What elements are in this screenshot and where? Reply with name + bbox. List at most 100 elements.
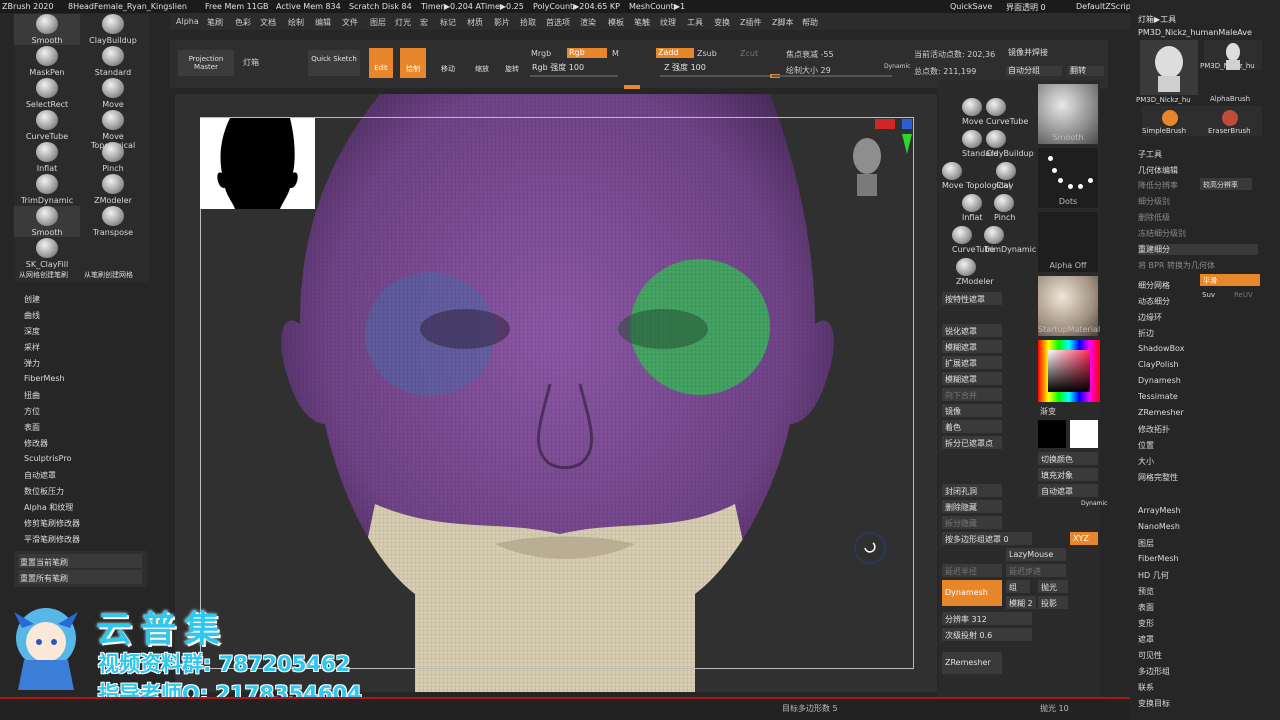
menu-item-14[interactable]: 首选项	[546, 17, 570, 28]
scale-mode-button[interactable]: 缩放	[468, 48, 496, 78]
secondary-color-swatch[interactable]	[1038, 420, 1066, 448]
rotate-mode-button[interactable]: 旋转	[498, 48, 526, 78]
smooth-toggle[interactable]: 平滑	[1200, 274, 1260, 286]
right-button-8[interactable]: 拆分已遮罩点	[942, 436, 1002, 449]
switch-color-button[interactable]: 切换颜色	[1038, 452, 1098, 465]
higher-res-button[interactable]: 较高分辨率	[1200, 178, 1252, 190]
menu-item-12[interactable]: 影片	[494, 17, 510, 28]
left-menu-item-9[interactable]: 修改器	[24, 438, 48, 449]
simplebrush-label[interactable]: SimpleBrush	[1142, 127, 1186, 135]
auto-group-button[interactable]: 自动分组	[1006, 66, 1062, 76]
tool-item-6[interactable]: 细分网格	[1138, 280, 1170, 291]
menu-item-4[interactable]: 绘制	[288, 17, 304, 28]
left-menu-item-3[interactable]: 采样	[24, 342, 40, 353]
color-picker[interactable]	[1038, 340, 1100, 402]
focal-shift-slider[interactable]: 焦点衰减 -55	[786, 49, 834, 60]
xyz-symmetry-button[interactable]: XYZ	[1070, 532, 1098, 545]
draw-mode-button[interactable]: 绘制	[400, 48, 426, 78]
reset-all-brushes-button[interactable]: 重置所有笔刷	[18, 570, 142, 584]
lazymouse-button[interactable]: LazyMouse	[1006, 548, 1066, 561]
alphabrush-label[interactable]: AlphaBrush	[1210, 95, 1250, 103]
default-script[interactable]: DefaultZScript	[1076, 2, 1134, 11]
suv-toggle[interactable]: Suv	[1202, 291, 1215, 299]
menu-item-1[interactable]: 笔刷	[207, 17, 223, 28]
geometry-menu[interactable]: 几何体编辑	[1138, 165, 1178, 176]
tool-lower-item-7[interactable]: 变形	[1138, 618, 1154, 629]
tool-lower-item-3[interactable]: FiberMesh	[1138, 554, 1179, 563]
tool-item-11[interactable]: ClayPolish	[1138, 360, 1179, 369]
tool-item-14[interactable]: ZRemesher	[1138, 408, 1184, 417]
quicksave-button[interactable]: QuickSave	[950, 2, 992, 11]
lazy-radius-slider[interactable]: 延迟半径	[942, 564, 1002, 577]
left-brush-3[interactable]: Standard	[80, 46, 146, 77]
left-brush-5[interactable]: Move	[80, 78, 146, 109]
right-brush-6[interactable]: Inflat	[962, 194, 983, 222]
menu-item-6[interactable]: 文件	[342, 17, 358, 28]
tool-lower-item-8[interactable]: 遮罩	[1138, 634, 1154, 645]
project-toggle[interactable]: 投影	[1038, 596, 1068, 609]
polygroup-mask-slider[interactable]: 按多边形组遮罩 0	[942, 532, 1032, 545]
dots-preview[interactable]: Dots	[1038, 148, 1098, 208]
lightbox-button[interactable]: 灯箱	[243, 57, 259, 68]
menu-item-3[interactable]: 文档	[260, 17, 276, 28]
material-preview[interactable]: StartupMaterial	[1038, 276, 1100, 336]
menu-item-2[interactable]: 色彩	[235, 17, 251, 28]
right-brush-3[interactable]: ClayBuildup	[986, 130, 1034, 158]
right-button-2[interactable]: 模糊遮罩	[942, 340, 1002, 353]
tool-lower-item-6[interactable]: 表面	[1138, 602, 1154, 613]
right-brush-1[interactable]: CurveTube	[986, 98, 1028, 126]
tool-lower-item-9[interactable]: 可见性	[1138, 650, 1162, 661]
delete-hidden-button[interactable]: 删除隐藏	[942, 500, 1002, 513]
blur-slider[interactable]: 模糊 2	[1006, 596, 1036, 609]
menu-item-9[interactable]: 宏	[420, 17, 428, 28]
polish-toggle[interactable]: 抛光	[1038, 580, 1068, 593]
right-button-5[interactable]: 向下合并	[942, 388, 1002, 401]
move-mode-button[interactable]: 移动	[434, 48, 462, 78]
zsub-button[interactable]: Zsub	[697, 49, 717, 58]
menu-item-23[interactable]: 帮助	[802, 17, 818, 28]
right-brush-5[interactable]: Clay	[996, 162, 1016, 190]
menu-item-7[interactable]: 图层	[370, 17, 386, 28]
menu-item-5[interactable]: 编辑	[315, 17, 331, 28]
left-brush-12[interactable]: Smooth	[14, 206, 80, 237]
alpha-off-preview[interactable]: Alpha Off	[1038, 212, 1098, 272]
mrgb-button[interactable]: Mrgb	[531, 49, 551, 58]
group-toggle[interactable]: 组	[1006, 580, 1030, 593]
tool-item-15[interactable]: 修改拓扑	[1138, 424, 1170, 435]
menu-item-20[interactable]: 变换	[714, 17, 730, 28]
right-button-7[interactable]: 着色	[942, 420, 1002, 433]
menu-item-0[interactable]: Alpha	[176, 17, 199, 26]
tool-item-18[interactable]: 网格完整性	[1138, 472, 1178, 483]
tool-item-1[interactable]: 细分级别	[1138, 196, 1170, 207]
projection-master-button[interactable]: Projection Master	[178, 50, 234, 76]
zadd-button[interactable]: Zadd	[656, 48, 694, 58]
tool-item-2[interactable]: 删除低级	[1138, 212, 1170, 223]
left-brush-9[interactable]: Pinch	[80, 142, 146, 173]
rgb-button[interactable]: Rgb	[567, 48, 607, 58]
seal-holes-button[interactable]: 封闭孔洞	[942, 484, 1002, 497]
tool-item-5[interactable]: 将 BPR 转换为几何体	[1138, 260, 1215, 271]
reuv-button[interactable]: ReUV	[1234, 291, 1253, 299]
fill-object-button[interactable]: 填充对象	[1038, 468, 1098, 481]
create-brush-from-mesh-button[interactable]: 从网格创建笔刷	[19, 270, 68, 280]
main-color-swatch[interactable]	[1070, 420, 1098, 448]
left-menu-item-8[interactable]: 表面	[24, 422, 40, 433]
z-intensity-slider[interactable]: Z 强度 100	[662, 63, 742, 73]
menu-item-13[interactable]: 拾取	[520, 17, 536, 28]
left-menu-item-12[interactable]: 数位板压力	[24, 486, 64, 497]
resolution-slider[interactable]: 分辨率 312	[942, 612, 1032, 625]
dynamic-toggle[interactable]: Dynamic	[884, 63, 910, 70]
tool-lower-item-5[interactable]: 预览	[1138, 586, 1154, 597]
menu-item-21[interactable]: Z插件	[740, 17, 761, 28]
dynamesh-button[interactable]: Dynamesh	[942, 580, 1002, 606]
menu-item-18[interactable]: 纹理	[660, 17, 676, 28]
right-brush-0[interactable]: Move	[962, 98, 983, 126]
left-menu-item-7[interactable]: 方位	[24, 406, 40, 417]
target-polygons[interactable]: 目标多边形数 5	[782, 703, 838, 714]
menu-item-10[interactable]: 标记	[440, 17, 456, 28]
left-brush-6[interactable]: CurveTube	[14, 110, 80, 141]
tool-item-4[interactable]: 重建细分	[1138, 244, 1258, 255]
left-menu-item-4[interactable]: 弹力	[24, 358, 40, 369]
left-menu-item-5[interactable]: FiberMesh	[24, 374, 65, 383]
left-brush-1[interactable]: ClayBuildup	[80, 14, 146, 45]
